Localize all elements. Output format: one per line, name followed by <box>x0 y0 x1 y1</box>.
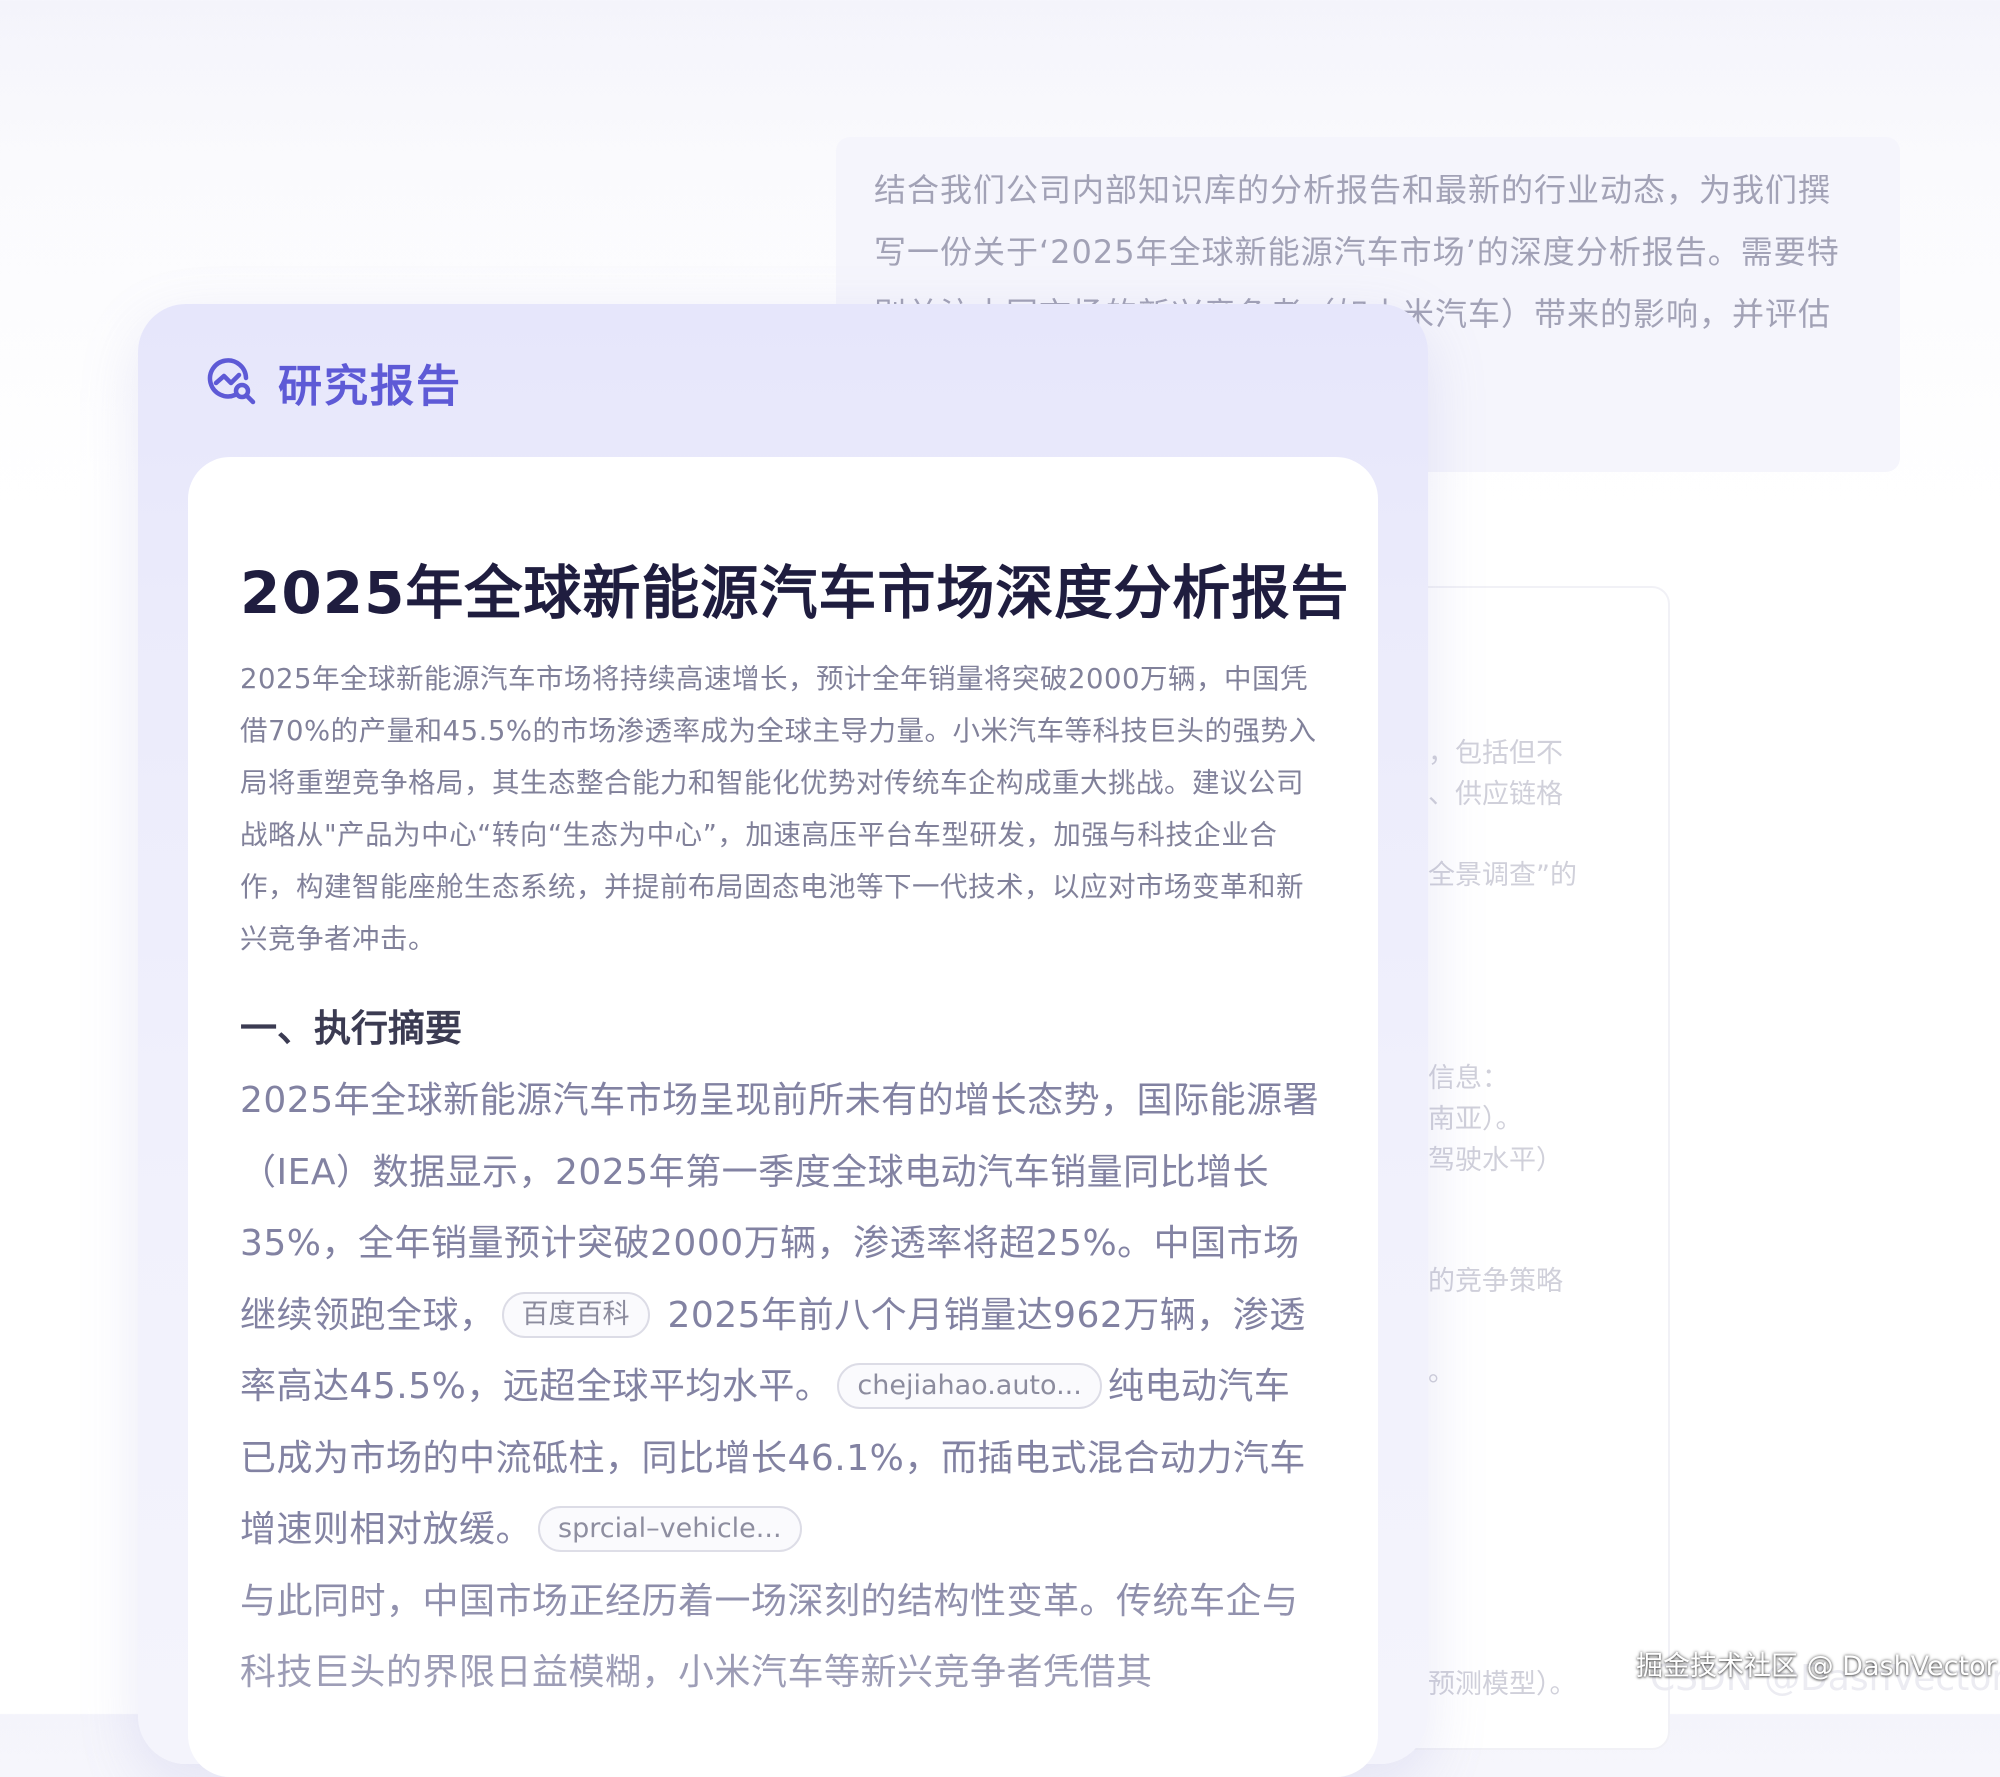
chart-search-icon <box>204 354 260 410</box>
research-report-panel: 研究报告 2025年全球新能源汽车市场深度分析报告 2025年全球新能源汽车市场… <box>138 304 1428 1777</box>
background-card-line: 。 <box>1428 1357 1455 1388</box>
report-panel-title: 研究报告 <box>278 361 462 412</box>
report-document-card[interactable]: 2025年全球新能源汽车市场深度分析报告 2025年全球新能源汽车市场将持续高速… <box>188 457 1378 1777</box>
report-title: 2025年全球新能源汽车市场深度分析报告 <box>240 559 1350 627</box>
background-card-line: ，包括但不 <box>1428 738 1563 769</box>
report-panel-header: 研究报告 <box>204 350 462 414</box>
watermark: 掘金技术社区 @ DashVector <box>1636 1651 1997 1682</box>
citation-chip[interactable]: 百度百科 <box>501 1291 650 1338</box>
citation-chip[interactable]: chejiahao.auto... <box>837 1363 1102 1409</box>
executive-summary-paragraph: 2025年全球新能源汽车市场呈现前所未有的增长态势，国际能源署（IEA）数据显示… <box>240 1065 1326 1566</box>
background-card-line: 驾驶水平） <box>1428 1145 1563 1176</box>
structural-change-paragraph: 与此同时，中国市场正经历着一场深刻的结构性变革。传统车企与科技巨头的界限日益模糊… <box>240 1580 1299 1694</box>
background-card-line: 南亚）。 <box>1428 1104 1523 1135</box>
section-heading: 一、执行摘要 <box>240 1007 462 1050</box>
citation-chip[interactable]: sprcial–vehicle... <box>538 1506 802 1552</box>
background-card-line: 的竞争策略 <box>1428 1266 1563 1297</box>
background-card-line: 、供应链格 <box>1428 779 1563 810</box>
background-card-line: 预测模型）。 <box>1428 1669 1577 1700</box>
report-summary: 2025年全球新能源汽车市场将持续高速增长，预计全年销量将突破2000万辆，中国… <box>240 663 1317 955</box>
background-card-line: 全景调查”的 <box>1428 860 1577 891</box>
background-card-line: 信息： <box>1428 1063 1509 1094</box>
